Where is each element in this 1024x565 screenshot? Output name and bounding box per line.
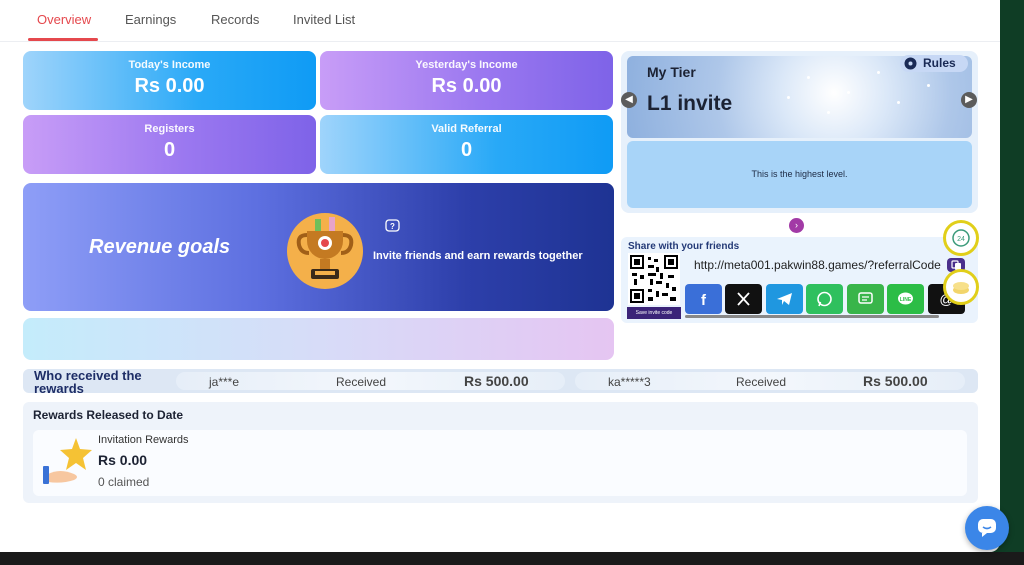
headset-icon: 24 [952, 229, 970, 247]
share-scrollbar[interactable] [685, 315, 939, 318]
question-icon[interactable]: ? [385, 219, 400, 234]
whatsapp-icon [817, 291, 832, 307]
who-received-title: Who received the rewards [34, 368, 142, 396]
tier-name: L1 invite [647, 92, 733, 115]
valid-referral-label: Valid Referral [431, 123, 502, 135]
svg-text:f: f [701, 292, 707, 307]
revenue-goals-title: Revenue goals [89, 236, 231, 258]
received-amount: Rs 500.00 [464, 373, 529, 389]
trophy-icon [287, 213, 363, 289]
yesterday-income-label: Yesterday's Income [415, 59, 518, 71]
bottom-strip [0, 552, 1024, 565]
valid-referral-value: 0 [460, 139, 473, 161]
facebook-icon: f [701, 292, 707, 307]
invite-panel: Overview Earnings Records Invited List T… [0, 0, 1000, 552]
active-tab-indicator [28, 38, 98, 41]
tab-earnings[interactable]: Earnings [125, 12, 176, 27]
tier-prev-arrow[interactable]: ◀ [621, 92, 637, 108]
registers-value: 0 [163, 139, 176, 161]
svg-text:24: 24 [957, 236, 965, 243]
referral-link-text[interactable]: http://meta001.pakwin88.games/?referralC… [685, 255, 942, 275]
sms-icon [858, 292, 873, 304]
today-income-value: Rs 0.00 [134, 75, 205, 97]
tier-info-text: This is the highest level. [751, 169, 848, 179]
valid-referral-card: Valid Referral 0 [320, 115, 613, 174]
rules-button[interactable]: Rules [900, 55, 968, 72]
share-line-button[interactable]: LINE [887, 284, 924, 314]
rules-label: Rules [923, 56, 956, 70]
gift-float-button[interactable] [943, 269, 979, 305]
invitation-rewards-label: Invitation Rewards [98, 434, 189, 446]
support-float-button[interactable]: 24 [943, 220, 979, 256]
share-sms-button[interactable] [847, 284, 884, 314]
invitation-rewards-amount: Rs 0.00 [98, 452, 148, 468]
tab-records[interactable]: Records [211, 12, 259, 27]
star-hand-icon [43, 438, 92, 484]
registers-card: Registers 0 [23, 115, 316, 174]
coins-icon [953, 282, 969, 294]
share-telegram-button[interactable] [766, 284, 803, 314]
registers-label: Registers [144, 123, 195, 135]
x-icon [737, 292, 750, 306]
tier-pager-icon[interactable]: › [789, 218, 804, 233]
received-status: Received [336, 375, 387, 389]
rules-icon [904, 57, 917, 70]
revenue-goals-subtitle: Invite friends and earn rewards together [373, 250, 583, 262]
qr-save-caption[interactable]: Save invite code [627, 307, 681, 319]
yesterday-income-value: Rs 0.00 [431, 75, 502, 97]
svg-text:?: ? [390, 222, 395, 231]
tab-overview[interactable]: Overview [37, 12, 91, 27]
received-amount: Rs 500.00 [863, 373, 928, 389]
revenue-goals-banner[interactable]: Revenue goals ? Invite friends and earn … [23, 183, 614, 311]
tier-info-box: This is the highest level. [627, 141, 972, 208]
today-income-label: Today's Income [128, 59, 211, 71]
share-facebook-button[interactable]: f [685, 284, 722, 314]
share-whatsapp-button[interactable] [806, 284, 843, 314]
svg-text:LINE: LINE [900, 297, 912, 303]
received-user: ka*****3 [608, 375, 651, 389]
rewards-released-title: Rewards Released to Date [33, 408, 184, 422]
promo-strip [23, 318, 614, 360]
chat-bubble-icon [978, 519, 996, 537]
share-title: Share with your friends [628, 241, 740, 252]
invitation-rewards-claimed: 0 claimed [98, 475, 150, 489]
chat-button[interactable] [965, 506, 1009, 550]
yesterday-income-card: Yesterday's Income Rs 0.00 [320, 51, 613, 110]
share-x-button[interactable] [725, 284, 762, 314]
today-income-card: Today's Income Rs 0.00 [23, 51, 316, 110]
line-icon: LINE [898, 292, 913, 305]
received-status: Received [736, 375, 787, 389]
qr-code-icon[interactable] [628, 253, 680, 305]
telegram-icon [777, 293, 792, 305]
tab-invited-list[interactable]: Invited List [293, 12, 355, 27]
tier-label: My Tier [647, 64, 696, 80]
received-user: ja***e [209, 375, 240, 389]
tier-next-arrow[interactable]: ▶ [961, 92, 977, 108]
tab-bar: Overview Earnings Records Invited List [0, 0, 1000, 42]
